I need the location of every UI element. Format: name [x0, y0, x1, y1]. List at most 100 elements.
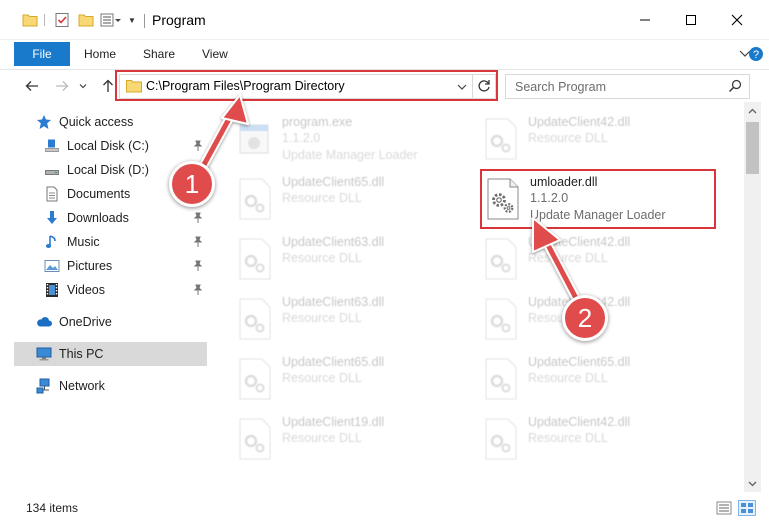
sidebar-item-label: Network [59, 379, 105, 393]
minimize-icon [640, 19, 650, 21]
computer-icon [36, 347, 52, 361]
chevron-down-icon[interactable] [456, 81, 468, 93]
dll-file-icon [239, 358, 271, 400]
sidebar-item-label: Local Disk (C:) [67, 139, 149, 153]
list-item[interactable]: UpdateClient65.dll Resource DLL [236, 170, 476, 228]
sidebar-item-quick-access[interactable]: Quick access [14, 110, 207, 134]
navigation-row: C:\Program Files\Program Directory [0, 70, 769, 102]
svg-text:?: ? [753, 49, 759, 61]
callout-badge-2: 2 [562, 295, 608, 341]
chevron-down-icon [748, 481, 757, 486]
callout-badge-1: 1 [169, 161, 215, 207]
folder-icon[interactable] [22, 12, 38, 28]
list-item[interactable]: UpdateClient19.dll Resource DLL [236, 410, 476, 468]
item-count: 134 items [26, 501, 79, 515]
tab-share[interactable]: Share [143, 42, 175, 66]
pictures-icon [44, 260, 60, 272]
scroll-up-button[interactable] [744, 102, 761, 119]
dll-file-icon [485, 118, 517, 160]
sidebar-item-label: Pictures [67, 259, 113, 273]
search-input[interactable] [506, 75, 721, 98]
title-bar: ▼ Program [0, 0, 769, 40]
new-folder-icon[interactable] [78, 12, 94, 28]
status-bar: 134 items [0, 496, 769, 520]
help-icon[interactable]: ? [748, 46, 764, 62]
sidebar-item-label: Music [67, 235, 100, 249]
list-item[interactable]: program.exe 1.1.2.0 Update Manager Loade… [236, 110, 476, 168]
sidebar-item-label: Quick access [59, 115, 134, 129]
details-view-icon[interactable] [716, 501, 732, 515]
list-item[interactable]: UpdateClient42.dll Resource DLL [482, 110, 722, 168]
file-name: UpdateClient65.dll [528, 355, 631, 369]
forward-button[interactable] [52, 76, 72, 96]
minimize-button[interactable] [622, 0, 668, 40]
sidebar-item-onedrive[interactable]: OneDrive [14, 310, 207, 334]
back-button[interactable] [22, 76, 42, 96]
dll-file-icon [239, 178, 271, 220]
sidebar-item-label: Documents [67, 187, 131, 201]
dll-file-icon [239, 298, 271, 340]
recent-locations-button[interactable] [76, 76, 90, 96]
sidebar-item-music[interactable]: Music [14, 230, 207, 254]
search-icon[interactable] [728, 79, 742, 93]
chevron-down-icon[interactable]: ▼ [128, 16, 136, 25]
tab-home[interactable]: Home [84, 42, 116, 66]
maximize-button[interactable] [668, 0, 714, 40]
file-name: UpdateClient42.dll [528, 415, 631, 429]
sidebar-item-downloads[interactable]: Downloads [14, 206, 207, 230]
file-name: UpdateClient42.dll [528, 115, 631, 129]
arrow-left-icon [25, 81, 38, 91]
address-path[interactable]: C:\Program Files\Program Directory [146, 79, 345, 93]
file-type: Resource DLL [528, 131, 608, 145]
pin-icon[interactable] [192, 212, 204, 224]
list-item-umloader[interactable]: umloader.dll 1.1.2.0 Update Manager Load… [484, 170, 724, 228]
file-type: Resource DLL [528, 251, 608, 265]
list-item[interactable]: UpdateClient65.dll Resource DLL [482, 350, 722, 408]
pin-icon[interactable] [192, 140, 204, 152]
pin-icon[interactable] [192, 260, 204, 272]
sidebar-item-local-disk-c[interactable]: Local Disk (C:) [14, 134, 207, 158]
toolbar-separator [44, 14, 45, 26]
ribbon: File Home Share View ? [0, 40, 769, 70]
vertical-scrollbar[interactable] [744, 102, 761, 492]
list-item[interactable]: UpdateClient42.dll Resource DLL [482, 230, 722, 288]
dll-file-icon [487, 178, 519, 220]
address-bar[interactable]: C:\Program Files\Program Directory [119, 74, 496, 99]
properties-icon[interactable] [54, 12, 70, 28]
navigation-pane: Quick access Local Disk (C:) Local Disk … [0, 102, 210, 492]
close-button[interactable] [714, 0, 760, 40]
tab-file[interactable]: File [14, 42, 70, 66]
file-name: UpdateClient65.dll [282, 175, 385, 189]
sidebar-item-this-pc[interactable]: This PC [14, 342, 207, 366]
file-type: Resource DLL [528, 431, 608, 445]
file-description: Update Manager Loader [282, 148, 418, 162]
up-button[interactable] [98, 76, 118, 96]
scroll-thumb[interactable] [746, 122, 759, 174]
refresh-icon[interactable] [476, 78, 492, 94]
pin-icon[interactable] [192, 284, 204, 296]
address-divider [472, 75, 473, 98]
customize-icon[interactable] [100, 12, 124, 28]
dll-file-icon [239, 238, 271, 280]
list-item[interactable]: UpdateClient63.dll Resource DLL [236, 230, 476, 288]
sidebar-item-videos[interactable]: Videos [14, 278, 207, 302]
sidebar-item-label: OneDrive [59, 315, 112, 329]
pin-icon[interactable] [192, 236, 204, 248]
network-icon [36, 378, 50, 394]
sidebar-item-network[interactable]: Network [14, 374, 207, 398]
tiles-view-button[interactable] [738, 500, 756, 516]
arrow-up-icon [103, 79, 113, 92]
list-item[interactable]: UpdateClient63.dll Resource DLL [236, 290, 476, 348]
list-item[interactable]: UpdateClient65.dll Resource DLL [236, 350, 476, 408]
tab-view[interactable]: View [202, 42, 228, 66]
file-list: program.exe 1.1.2.0 Update Manager Loade… [212, 102, 742, 492]
file-name: UpdateClient63.dll [282, 295, 385, 309]
file-name: UpdateClient63.dll [282, 235, 385, 249]
dll-file-icon [485, 238, 517, 280]
sidebar-item-pictures[interactable]: Pictures [14, 254, 207, 278]
scroll-down-button[interactable] [744, 475, 761, 492]
downloads-icon [47, 211, 57, 224]
file-name: UpdateClient19.dll [282, 415, 385, 429]
list-item[interactable]: UpdateClient42.dll Resource DLL [482, 410, 722, 468]
search-box[interactable] [505, 74, 750, 99]
